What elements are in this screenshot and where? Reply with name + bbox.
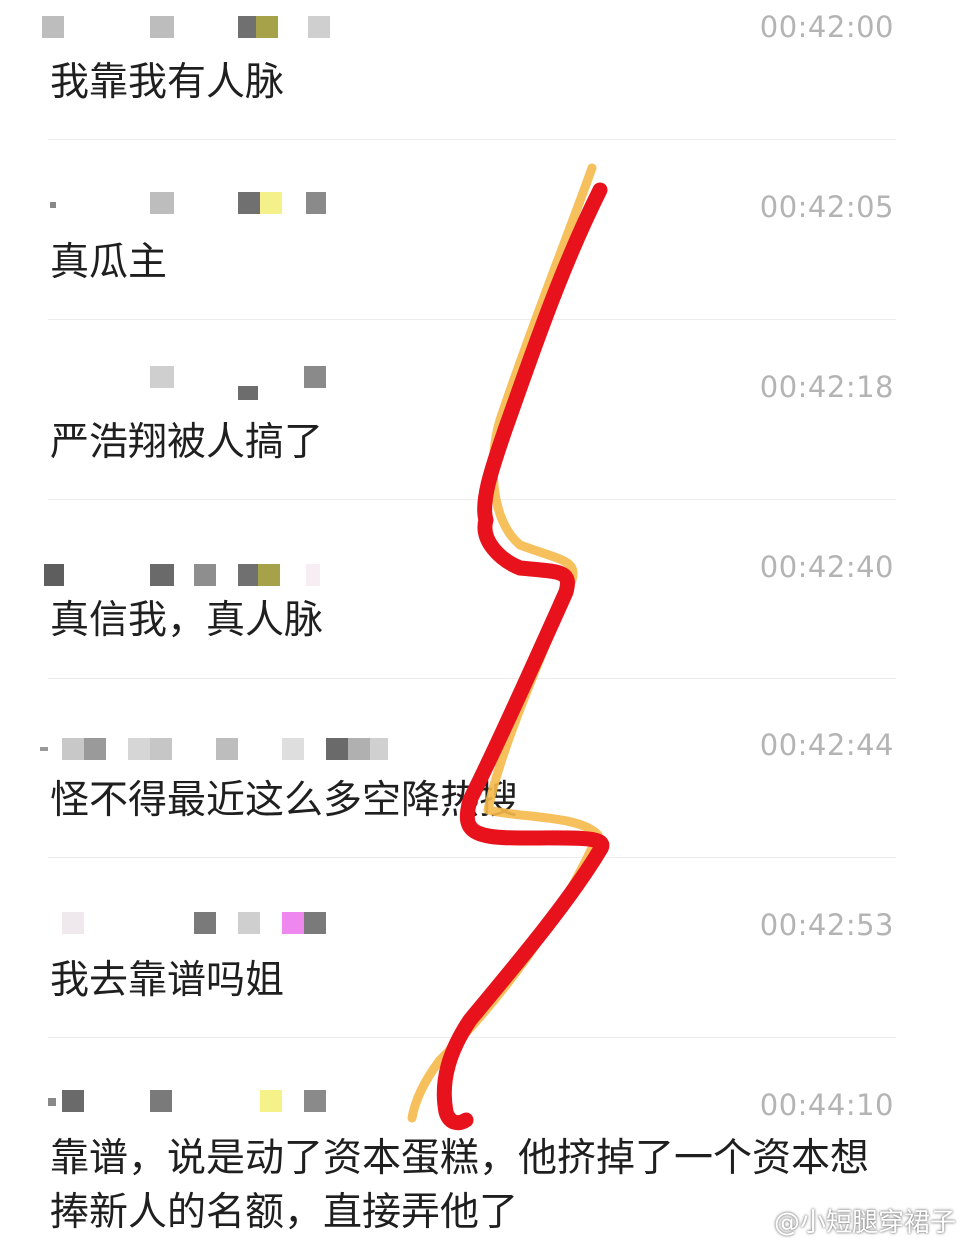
comment-text: 我去靠谱吗姐 (50, 958, 285, 1003)
comment-timestamp: 00:42:05 (759, 190, 894, 224)
divider (48, 678, 896, 679)
blurred-username (40, 738, 400, 760)
comment-timestamp: 00:42:40 (759, 550, 894, 584)
watermark: @小短腿穿裙子 (740, 1202, 956, 1239)
divider (48, 319, 896, 320)
comment-text: 严浩翔被人搞了 (50, 420, 324, 465)
comment-item[interactable]: 00:42:53 我去靠谱吗姐 (0, 898, 964, 1038)
blurred-username (40, 16, 400, 38)
watermark-text: @小短腿穿裙子 (773, 1208, 956, 1238)
comment-timestamp: 00:42:18 (759, 370, 894, 404)
comment-timestamp: 00:44:10 (759, 1088, 894, 1122)
divider (48, 1037, 896, 1038)
comment-text: 我靠我有人脉 (50, 60, 285, 105)
weibo-icon (740, 1211, 769, 1232)
blurred-username (40, 192, 400, 214)
comment-item[interactable]: 00:42:40 真信我，真人脉 (0, 540, 964, 680)
comment-text: 怪不得最近这么多空降热搜 (50, 778, 519, 823)
blurred-username (40, 564, 400, 586)
comment-timestamp: 00:42:00 (759, 10, 894, 44)
blurred-username (40, 366, 400, 400)
divider (48, 499, 896, 500)
divider (48, 139, 896, 140)
comment-item[interactable]: 00:42:00 我靠我有人脉 (0, 0, 964, 140)
comment-item[interactable]: 00:42:05 真瓜主 (0, 180, 964, 320)
comment-text: 真信我，真人脉 (50, 598, 324, 643)
blurred-username (40, 912, 400, 934)
blurred-username (40, 1090, 400, 1112)
comment-item[interactable]: 00:42:44 怪不得最近这么多空降热搜 (0, 718, 964, 858)
comment-item[interactable]: 00:42:18 严浩翔被人搞了 (0, 360, 964, 500)
divider (48, 857, 896, 858)
comment-timestamp: 00:42:44 (759, 728, 894, 762)
comment-text: 真瓜主 (50, 240, 168, 285)
comment-timestamp: 00:42:53 (759, 908, 894, 942)
